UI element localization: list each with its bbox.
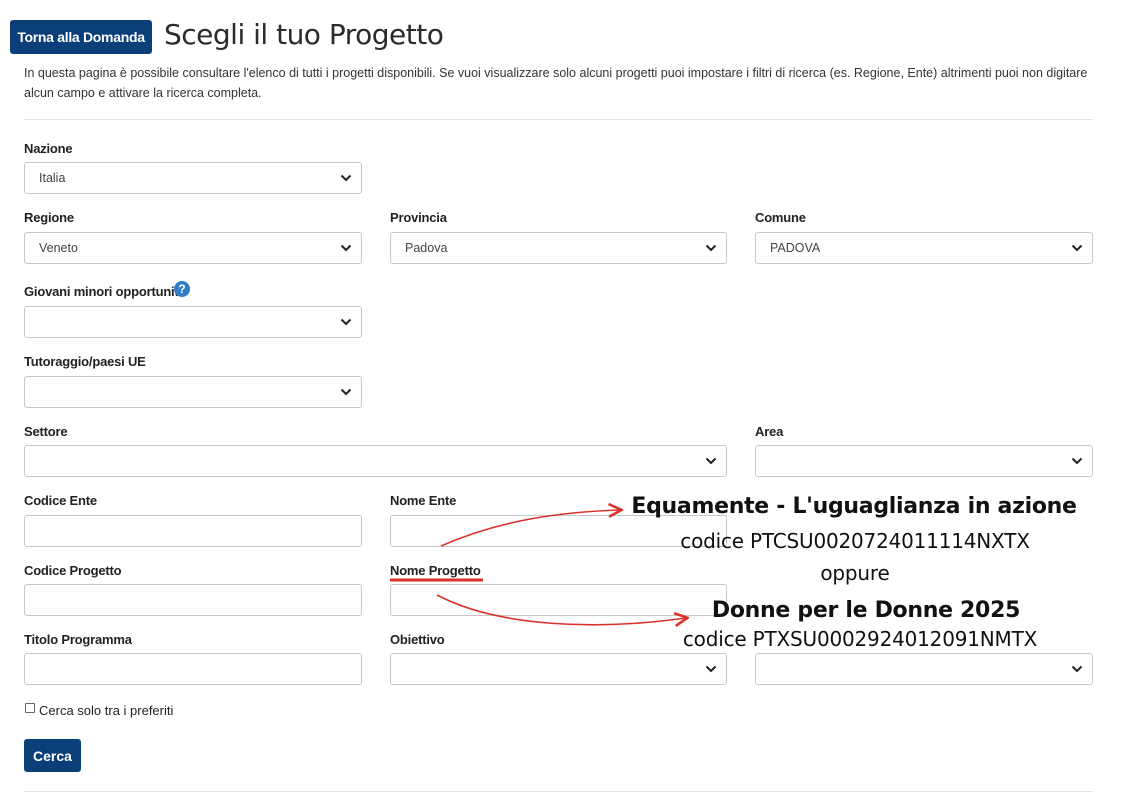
comune-label: Comune bbox=[755, 210, 806, 225]
intro-text: In questa pagina è possibile consultare … bbox=[24, 66, 1088, 100]
bottom-divider bbox=[24, 791, 1093, 792]
nazione-select[interactable]: Italia bbox=[24, 162, 362, 194]
comune-select[interactable]: PADOVA bbox=[755, 232, 1093, 264]
annotation-project2-code: codice PTXSU0002924012091NMTX bbox=[682, 627, 1038, 651]
nazione-value: Italia bbox=[39, 171, 66, 185]
giovani-label: Giovani minori opportunità bbox=[24, 284, 186, 299]
preferiti-checkbox[interactable] bbox=[25, 703, 35, 713]
chevron-down-icon bbox=[1071, 244, 1083, 252]
comune-value: PADOVA bbox=[770, 241, 821, 255]
codice-ente-label: Codice Ente bbox=[24, 493, 97, 508]
chevron-down-icon bbox=[340, 244, 352, 252]
extra-select[interactable] bbox=[755, 653, 1093, 685]
area-label: Area bbox=[755, 424, 784, 439]
obiettivo-label: Obiettivo bbox=[390, 632, 445, 647]
regione-select[interactable]: Veneto bbox=[24, 232, 362, 264]
page-title: Scegli il tuo Progetto bbox=[164, 18, 444, 51]
annotation-project1-name: Equamente - L'uguaglianza in azione bbox=[631, 494, 1077, 519]
provincia-label: Provincia bbox=[390, 210, 447, 225]
chevron-down-icon bbox=[340, 388, 352, 396]
nazione-label: Nazione bbox=[24, 141, 73, 156]
settore-select[interactable] bbox=[24, 445, 727, 477]
regione-label: Regione bbox=[24, 210, 74, 225]
regione-value: Veneto bbox=[39, 241, 78, 255]
codice-progetto-label: Codice Progetto bbox=[24, 563, 122, 578]
chevron-down-icon bbox=[705, 244, 717, 252]
codice-ente-input[interactable] bbox=[24, 515, 362, 547]
chevron-down-icon bbox=[340, 318, 352, 326]
nome-progetto-input[interactable] bbox=[390, 584, 727, 616]
area-select[interactable] bbox=[755, 445, 1093, 477]
back-to-application-button[interactable]: Torna alla Domanda bbox=[10, 20, 152, 54]
chevron-down-icon bbox=[705, 457, 717, 465]
annotation-or: oppure bbox=[820, 561, 890, 585]
settore-label: Settore bbox=[24, 424, 68, 439]
provincia-select[interactable]: Padova bbox=[390, 232, 727, 264]
obiettivo-select[interactable] bbox=[390, 653, 727, 685]
nome-ente-label: Nome Ente bbox=[390, 493, 457, 508]
chevron-down-icon bbox=[1071, 665, 1083, 673]
nome-progetto-label: Nome Progetto bbox=[390, 563, 481, 578]
tutoraggio-select[interactable] bbox=[24, 376, 362, 408]
preferiti-label: Cerca solo tra i preferiti bbox=[39, 703, 174, 718]
question-mark-icon[interactable]: ? bbox=[174, 281, 190, 297]
codice-progetto-input[interactable] bbox=[24, 584, 362, 616]
annotation-project2-name: Donne per le Donne 2025 bbox=[711, 598, 1021, 623]
tutoraggio-label: Tutoraggio/paesi UE bbox=[24, 354, 146, 369]
annotation-project1-code: codice PTCSU0020724011114NXTX bbox=[680, 529, 1030, 553]
giovani-select[interactable] bbox=[24, 306, 362, 338]
divider bbox=[24, 119, 1093, 120]
titolo-programma-input[interactable] bbox=[24, 653, 362, 685]
provincia-value: Padova bbox=[405, 241, 448, 255]
chevron-down-icon bbox=[1071, 457, 1083, 465]
chevron-down-icon bbox=[705, 665, 717, 673]
titolo-programma-label: Titolo Programma bbox=[24, 632, 132, 647]
chevron-down-icon bbox=[340, 174, 352, 182]
search-button[interactable]: Cerca bbox=[24, 739, 81, 772]
